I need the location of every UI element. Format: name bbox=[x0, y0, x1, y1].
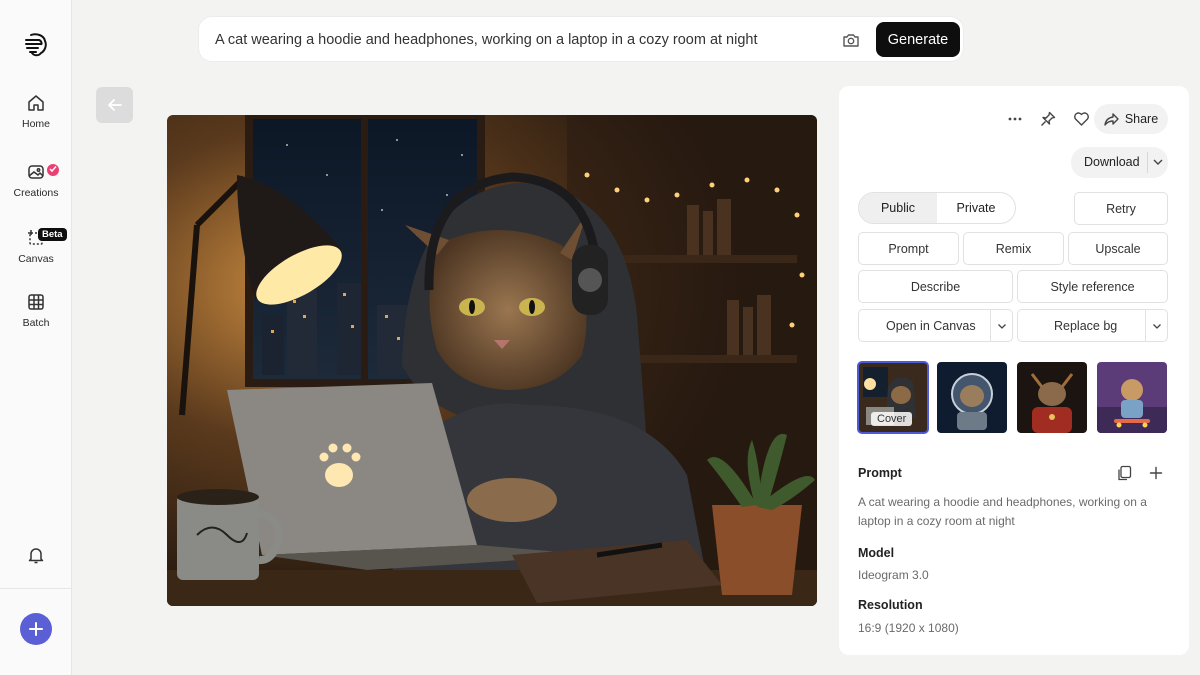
download-button[interactable]: Download bbox=[1071, 147, 1168, 178]
sidebar: Home Creations Beta Canvas Batch bbox=[0, 0, 72, 675]
share-button[interactable]: Share bbox=[1094, 104, 1168, 134]
variation-thumbnail[interactable] bbox=[1017, 362, 1087, 433]
prompt-button[interactable]: Prompt bbox=[858, 232, 959, 265]
sidebar-item-home[interactable]: Home bbox=[0, 93, 72, 130]
camera-icon[interactable] bbox=[842, 31, 860, 49]
private-option[interactable]: Private bbox=[937, 193, 1015, 223]
prompt-text: A cat wearing a hoodie and headphones, w… bbox=[858, 495, 1147, 528]
details-panel: Share Download Public Private Retry Prom… bbox=[839, 86, 1189, 655]
home-icon bbox=[28, 95, 44, 111]
share-label: Share bbox=[1124, 112, 1159, 126]
new-creations-badge bbox=[45, 162, 61, 178]
sidebar-item-creations[interactable]: Creations bbox=[0, 162, 72, 199]
replace-bg-label: Replace bg bbox=[1054, 318, 1118, 333]
sidebar-item-canvas[interactable]: Beta Canvas bbox=[0, 228, 72, 265]
visibility-toggle: Public Private bbox=[858, 192, 1016, 224]
sidebar-item-label: Home bbox=[21, 118, 50, 130]
beta-badge: Beta bbox=[38, 228, 67, 241]
sidebar-item-batch[interactable]: Batch bbox=[0, 292, 72, 329]
cover-label: Cover bbox=[871, 412, 913, 426]
plus-icon bbox=[29, 622, 43, 636]
chevron-down-icon bbox=[1152, 323, 1161, 329]
notifications-button[interactable] bbox=[0, 545, 72, 565]
variation-thumbnail[interactable]: Cover bbox=[857, 361, 929, 434]
add-icon[interactable] bbox=[1145, 462, 1167, 484]
retry-button[interactable]: Retry bbox=[1074, 192, 1168, 225]
generate-button[interactable]: Generate bbox=[876, 22, 960, 57]
bell-icon bbox=[28, 548, 44, 564]
open-in-canvas-label: Open in Canvas bbox=[886, 318, 976, 333]
app-logo-icon[interactable] bbox=[22, 31, 50, 59]
sidebar-item-label: Creations bbox=[13, 187, 59, 199]
open-in-canvas-button[interactable]: Open in Canvas bbox=[858, 309, 1013, 342]
back-button[interactable] bbox=[96, 87, 133, 123]
sidebar-divider bbox=[0, 588, 72, 589]
upscale-button[interactable]: Upscale bbox=[1068, 232, 1168, 265]
model-value: Ideogram 3.0 bbox=[858, 568, 929, 582]
remix-button[interactable]: Remix bbox=[963, 232, 1064, 265]
grid-icon bbox=[28, 294, 44, 310]
prompt-input[interactable]: A cat wearing a hoodie and headphones, w… bbox=[215, 32, 758, 48]
create-new-button[interactable] bbox=[20, 613, 52, 645]
prompt-heading: Prompt bbox=[858, 466, 902, 480]
describe-button[interactable]: Describe bbox=[858, 270, 1013, 303]
copy-icon[interactable] bbox=[1113, 462, 1135, 484]
heart-icon[interactable] bbox=[1070, 108, 1092, 130]
generated-image[interactable] bbox=[167, 115, 817, 606]
arrow-left-icon bbox=[107, 99, 122, 111]
download-divider bbox=[1147, 152, 1148, 173]
resolution-heading: Resolution bbox=[858, 598, 923, 612]
sidebar-item-label: Batch bbox=[22, 317, 50, 329]
public-option[interactable]: Public bbox=[859, 193, 937, 223]
style-reference-button[interactable]: Style reference bbox=[1017, 270, 1168, 303]
model-heading: Model bbox=[858, 546, 895, 560]
pin-icon[interactable] bbox=[1037, 108, 1059, 130]
sidebar-item-label: Canvas bbox=[18, 253, 54, 265]
variation-thumbnail[interactable] bbox=[1097, 362, 1167, 433]
share-icon bbox=[1104, 112, 1119, 126]
replace-bg-button[interactable]: Replace bg bbox=[1017, 309, 1168, 342]
download-label: Download bbox=[1084, 155, 1140, 169]
prompt-bar: A cat wearing a hoodie and headphones, w… bbox=[198, 16, 964, 62]
open-in-canvas-dropdown[interactable] bbox=[990, 310, 1012, 341]
chevron-down-icon[interactable] bbox=[1151, 155, 1165, 169]
replace-bg-dropdown[interactable] bbox=[1145, 310, 1167, 341]
chevron-down-icon bbox=[997, 323, 1006, 329]
variation-thumbnail[interactable] bbox=[937, 362, 1007, 433]
more-icon[interactable] bbox=[1004, 108, 1026, 130]
image-icon bbox=[28, 165, 44, 179]
resolution-value: 16:9 (1920 x 1080) bbox=[858, 621, 959, 635]
